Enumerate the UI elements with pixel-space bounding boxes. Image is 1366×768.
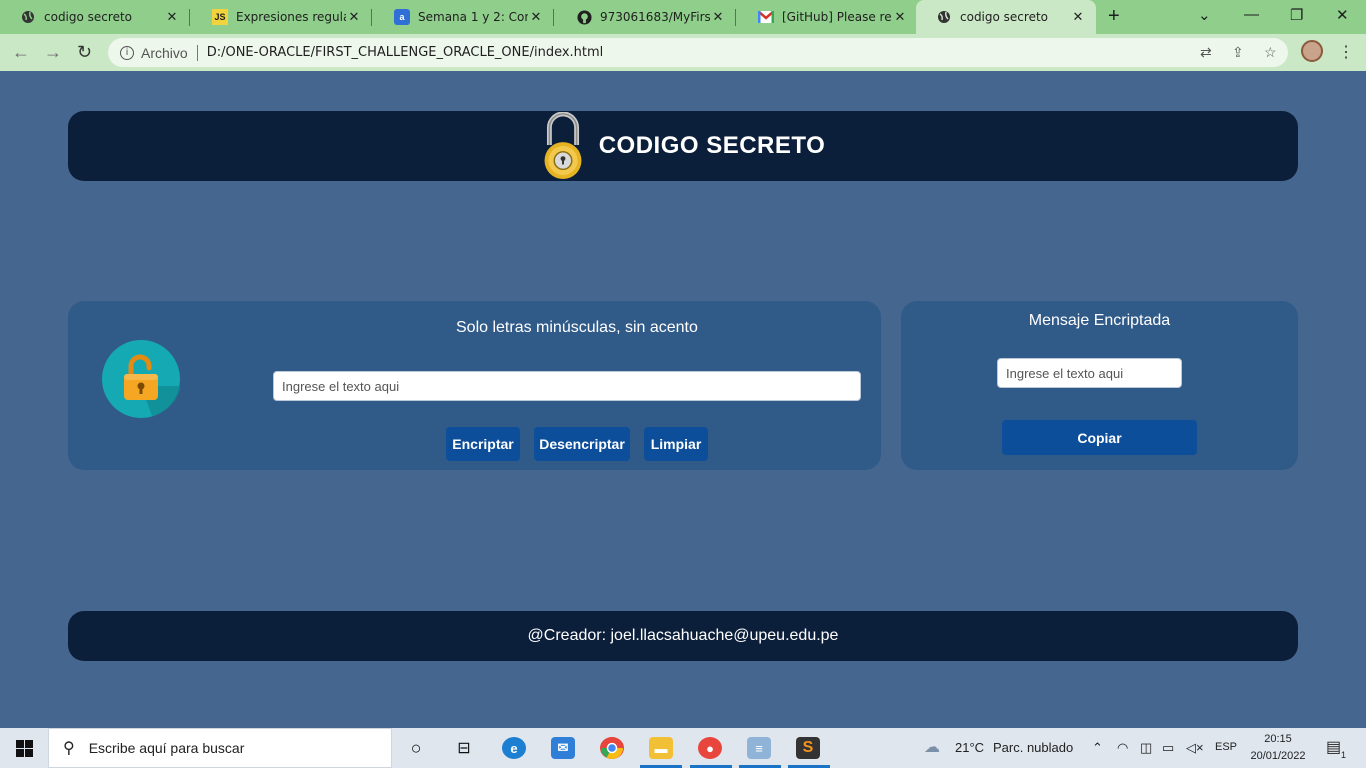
weather-icon[interactable]: ☁	[924, 737, 940, 757]
search-placeholder: Escribe aquí para buscar	[88, 740, 245, 756]
tab-expresiones-regulares[interactable]: JS Expresiones regulares ✕	[192, 0, 372, 34]
info-icon[interactable]: i	[120, 45, 134, 60]
creator-credit: @Creador: joel.llacsahuache@upeu.edu.pe	[527, 627, 839, 644]
tab-title: Expresiones regulares	[236, 10, 346, 24]
github-icon	[576, 9, 592, 25]
tab-semana[interactable]: a Semana 1 y 2: Constru ✕	[374, 0, 554, 34]
close-tab-icon[interactable]: ✕	[1070, 9, 1086, 25]
windows-taskbar: ⚲ Escribe aquí para buscar ○ ⊟ e ✉ ▬ ● ≡…	[0, 728, 1366, 768]
tab-title: Semana 1 y 2: Constru	[418, 10, 528, 24]
chrome-icon[interactable]	[600, 737, 624, 759]
chrome-menu-icon[interactable]: ⋮	[1338, 42, 1354, 62]
battery-icon[interactable]: ▭	[1162, 740, 1174, 756]
back-button[interactable]: ←	[12, 42, 30, 63]
address-bar[interactable]: i Archivo D:/ONE-ORACLE/FIRST_CHALLENGE_…	[108, 38, 1288, 67]
translate-icon[interactable]: ⇄	[1200, 44, 1212, 61]
cortana-icon[interactable]: ○	[404, 737, 428, 759]
result-panel: Mensaje Encriptada Copiar	[901, 301, 1298, 470]
volume-muted-icon[interactable]: ◁×	[1186, 740, 1204, 756]
profile-avatar[interactable]	[1301, 40, 1323, 62]
sublime-text-icon[interactable]: S	[796, 737, 820, 759]
language-indicator[interactable]: ESP	[1215, 741, 1237, 753]
file-chip: Archivo	[141, 44, 188, 61]
globe-icon	[936, 9, 952, 25]
weather-condition[interactable]: Parc. nublado	[993, 740, 1073, 755]
page-title: CODIGO SECRETO	[598, 132, 826, 159]
clock[interactable]: 20:15 20/01/2022	[1246, 731, 1310, 765]
clock-time: 20:15	[1264, 733, 1292, 745]
minimize-button[interactable]: —	[1244, 6, 1259, 23]
tab-github-repo[interactable]: 973061683/MyFirstCh ✕	[556, 0, 736, 34]
encrypt-panel: Solo letras minúsculas, sin acento Encri…	[68, 301, 881, 470]
edge-icon[interactable]: e	[502, 737, 526, 759]
browser-toolbar: ← → ↻ i Archivo D:/ONE-ORACLE/FIRST_CHAL…	[0, 34, 1366, 71]
tab-title: [GitHub] Please reset y	[782, 10, 892, 24]
restore-button[interactable]: ❐	[1290, 6, 1303, 24]
page-footer: @Creador: joel.llacsahuache@upeu.edu.pe	[68, 611, 1298, 661]
url-text[interactable]: D:/ONE-ORACLE/FIRST_CHALLENGE_ORACLE_ONE…	[207, 45, 604, 60]
encrypt-button[interactable]: Encriptar	[446, 427, 520, 461]
tab-title: codigo secreto	[960, 10, 1048, 24]
page-header: CODIGO SECRETO	[68, 111, 1298, 181]
unlock-icon	[102, 340, 180, 418]
notification-count: 1	[1341, 750, 1347, 760]
tab-search-icon[interactable]: ⌄	[1198, 6, 1211, 24]
close-tab-icon[interactable]: ✕	[346, 9, 362, 25]
alura-icon: a	[394, 9, 410, 25]
close-window-button[interactable]: ✕	[1336, 6, 1349, 24]
browser-tab-strip: codigo secreto ✕ JS Expresiones regulare…	[0, 0, 1366, 34]
notepad-icon[interactable]: ≡	[747, 737, 771, 759]
reload-button[interactable]: ↻	[77, 42, 92, 63]
padlock-icon	[544, 112, 582, 180]
close-tab-icon[interactable]: ✕	[892, 9, 908, 25]
share-icon[interactable]: ⇪	[1232, 44, 1244, 61]
search-icon: ⚲	[63, 740, 75, 757]
tab-title: codigo secreto	[44, 10, 132, 24]
task-view-icon[interactable]: ⊟	[452, 737, 476, 759]
taskbar-search[interactable]: ⚲ Escribe aquí para buscar	[48, 728, 392, 768]
result-input[interactable]	[997, 358, 1182, 388]
js-icon: JS	[212, 9, 228, 25]
weather-temp[interactable]: 21°C	[955, 740, 984, 755]
tab-title: 973061683/MyFirstCh	[600, 10, 710, 24]
close-tab-icon[interactable]: ✕	[710, 9, 726, 25]
windows-start-icon[interactable]	[16, 740, 33, 757]
network-icon[interactable]: ◠	[1117, 740, 1128, 756]
globe-icon	[20, 9, 36, 25]
close-tab-icon[interactable]: ✕	[164, 9, 180, 25]
new-tab-button[interactable]: +	[1108, 5, 1120, 28]
forward-button[interactable]: →	[44, 42, 62, 63]
notifications-icon[interactable]: ▤	[1326, 737, 1341, 757]
decrypt-button[interactable]: Desencriptar	[534, 427, 630, 461]
clear-button[interactable]: Limpiar	[644, 427, 708, 461]
result-title: Mensaje Encriptada	[1028, 312, 1171, 329]
bookmark-star-icon[interactable]: ☆	[1264, 44, 1277, 61]
chevron-up-icon[interactable]: ⌃	[1092, 740, 1103, 756]
tab-codigo-secreto-1[interactable]: codigo secreto ✕	[0, 0, 190, 34]
tab-codigo-secreto-active[interactable]: codigo secreto ✕	[916, 0, 1096, 34]
instruction-text: Solo letras minúsculas, sin acento	[456, 319, 698, 336]
meet-icon[interactable]: ◫	[1140, 740, 1152, 756]
chrome-profile-icon[interactable]: ●	[698, 737, 722, 759]
mail-icon[interactable]: ✉	[551, 737, 575, 759]
close-tab-icon[interactable]: ✕	[528, 9, 544, 25]
copy-button[interactable]: Copiar	[1002, 420, 1197, 455]
gmail-icon	[758, 9, 774, 25]
clock-date: 20/01/2022	[1250, 750, 1306, 762]
file-explorer-icon[interactable]: ▬	[649, 737, 673, 759]
tab-gmail[interactable]: [GitHub] Please reset y ✕	[738, 0, 918, 34]
message-input[interactable]	[273, 371, 861, 401]
